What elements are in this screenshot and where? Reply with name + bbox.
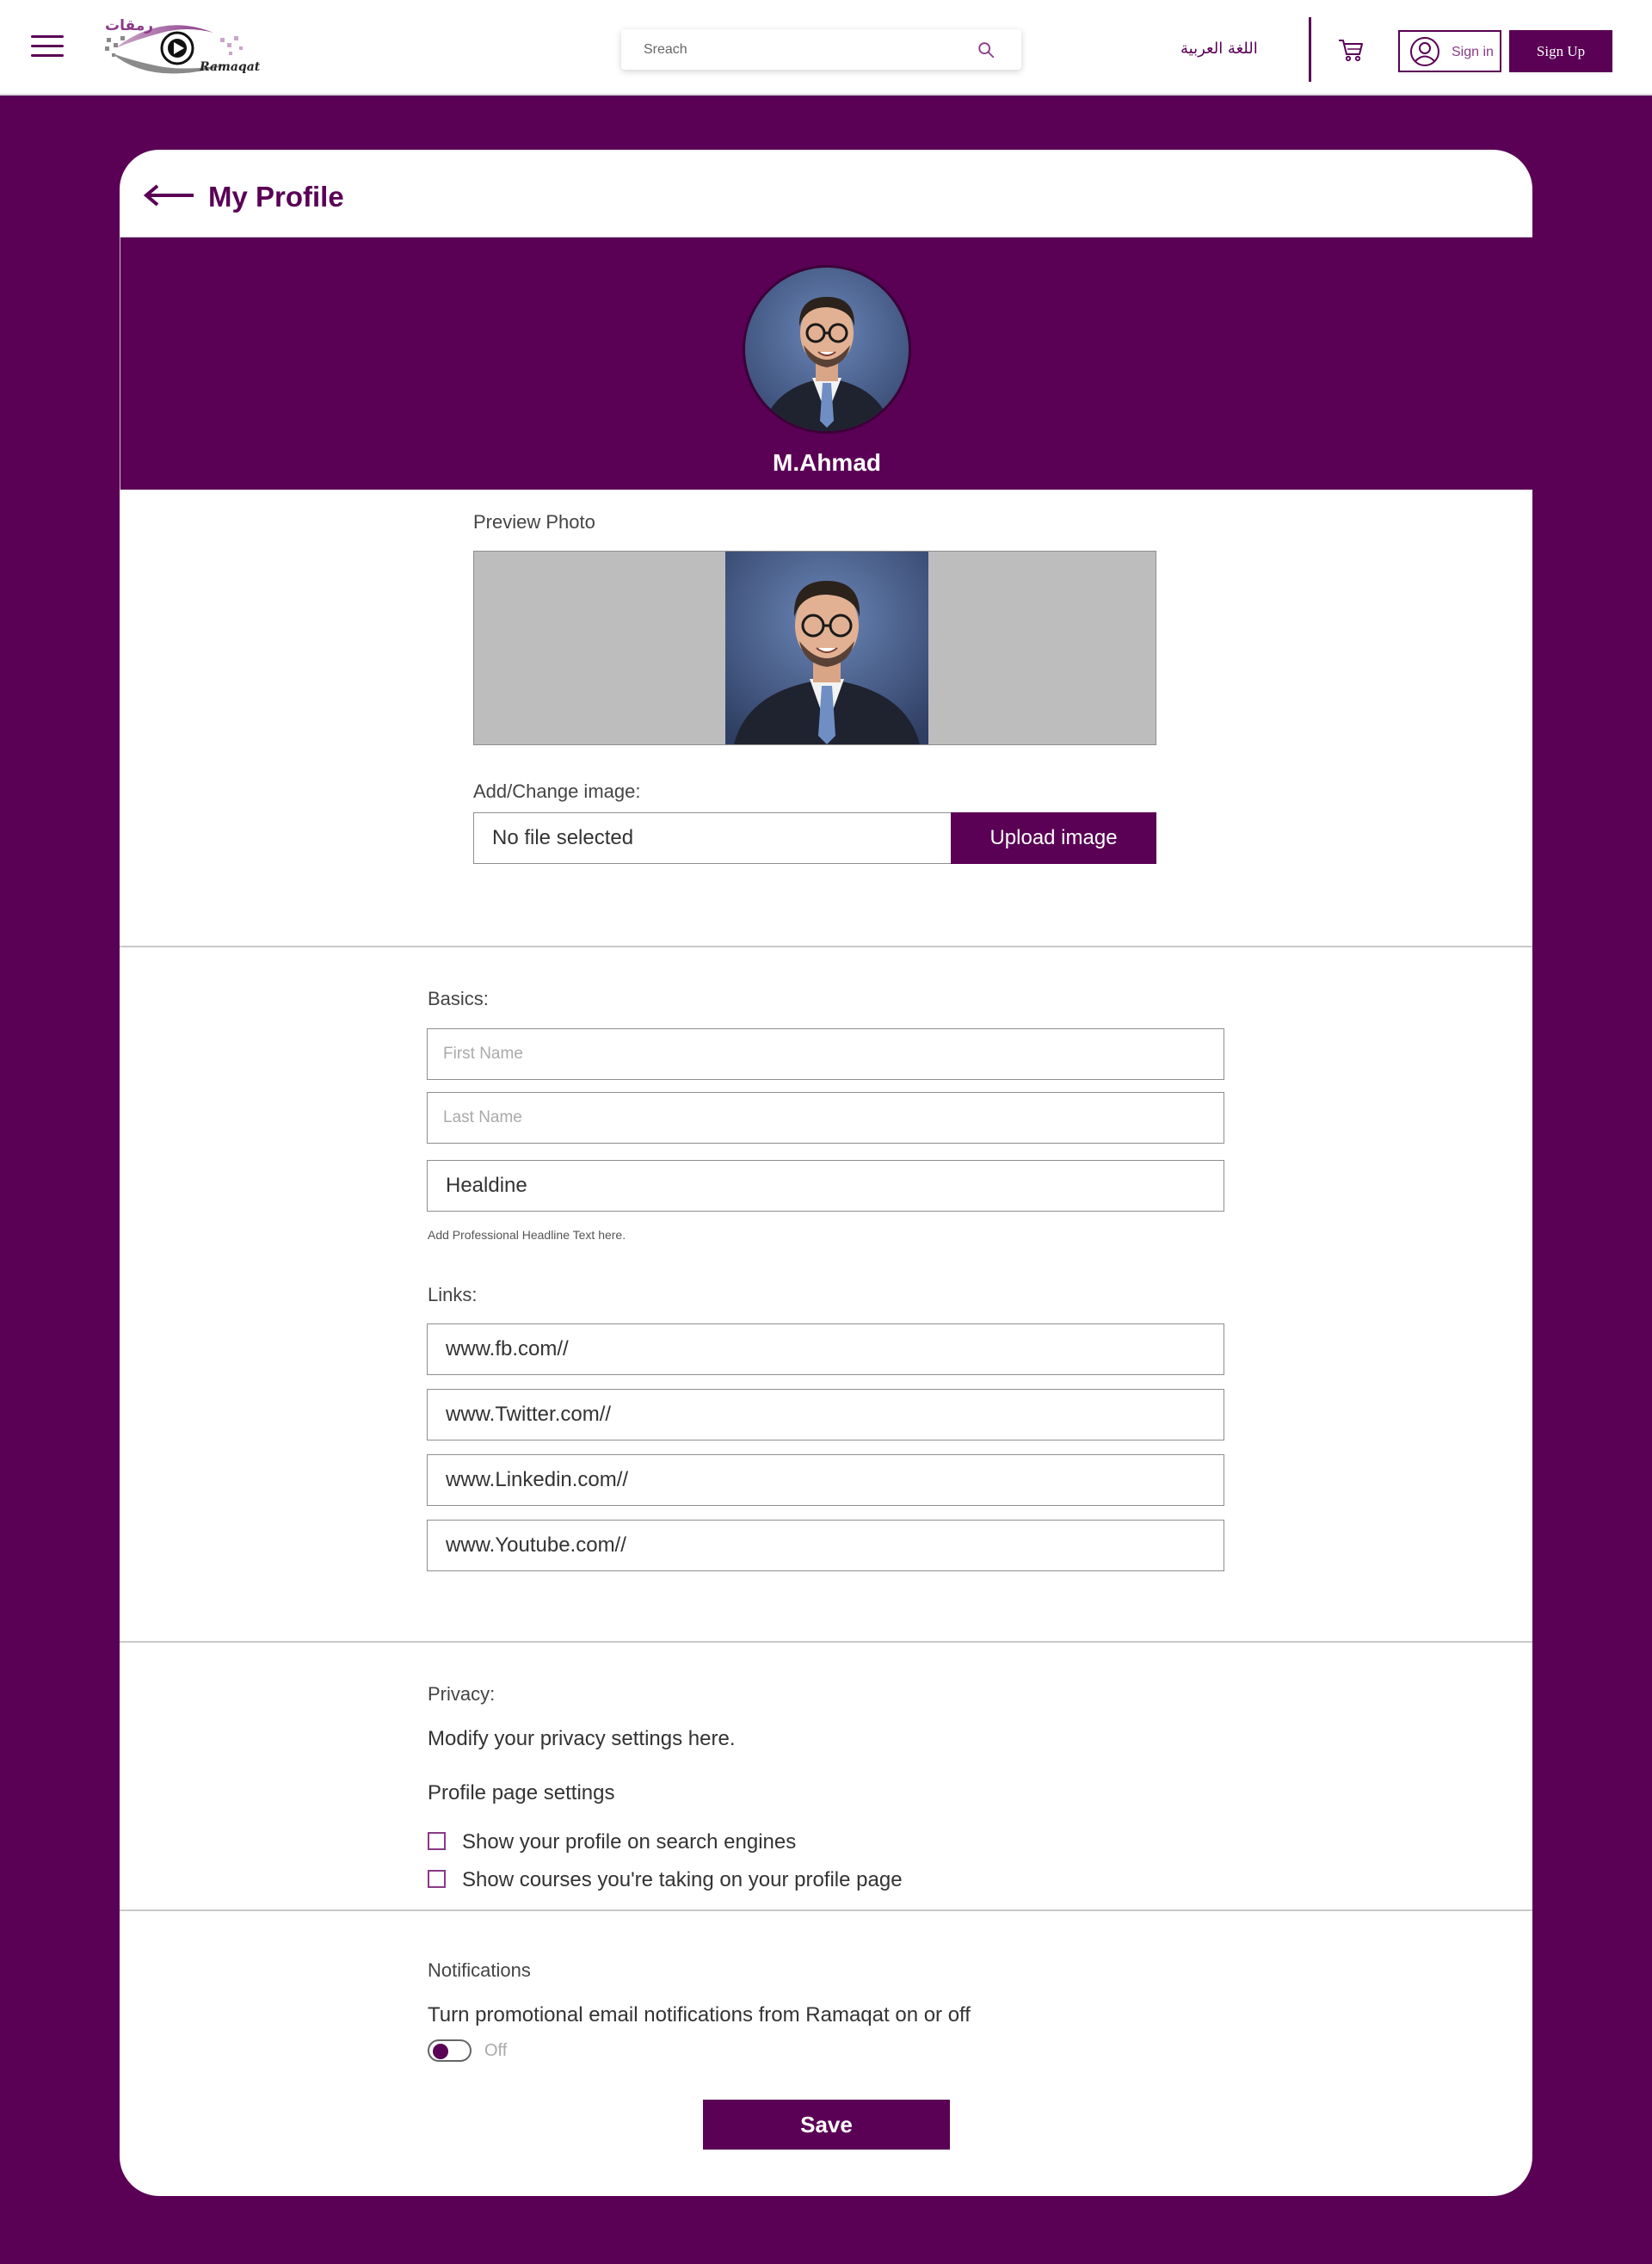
top-navbar: رمقات Ramaqat اللغة العربية Sign in Sign… xyxy=(0,0,1652,96)
sign-in-label: Sign in xyxy=(1452,45,1494,59)
show-courses-label: Show courses you're taking on your profi… xyxy=(462,1868,903,1891)
file-input-status[interactable]: No file selected xyxy=(473,812,952,864)
sign-up-button[interactable]: Sign Up xyxy=(1509,30,1612,72)
profile-photo-image xyxy=(745,268,909,431)
show-courses-checkbox[interactable] xyxy=(428,1870,446,1888)
hamburger-menu-icon[interactable] xyxy=(31,35,64,59)
sign-in-button[interactable]: Sign in xyxy=(1398,30,1501,72)
facebook-link-field[interactable] xyxy=(427,1323,1224,1375)
search-icon[interactable] xyxy=(977,40,996,59)
first-name-field[interactable] xyxy=(427,1028,1224,1080)
linkedin-link-field[interactable] xyxy=(427,1454,1224,1506)
last-name-field[interactable] xyxy=(427,1092,1224,1144)
search-bar xyxy=(621,29,1021,70)
logo-arabic-text: رمقات xyxy=(105,17,154,34)
search-engine-visibility-label: Show your profile on search engines xyxy=(462,1830,797,1854)
profile-settings-title: Profile page settings xyxy=(428,1781,615,1804)
youtube-link-field[interactable] xyxy=(427,1520,1224,1571)
section-divider xyxy=(120,946,1532,947)
section-divider xyxy=(120,1909,1532,1911)
language-switch-link[interactable]: اللغة العربية xyxy=(1180,40,1258,58)
toggle-state-label: Off xyxy=(484,2041,508,2060)
page-title: My Profile xyxy=(208,181,344,213)
search-input[interactable] xyxy=(621,29,965,70)
promo-email-toggle[interactable] xyxy=(428,2039,472,2062)
section-divider xyxy=(120,1641,1532,1643)
cart-icon[interactable] xyxy=(1337,36,1365,64)
privacy-label: Privacy: xyxy=(428,1683,496,1705)
notifications-description: Turn promotional email notifications fro… xyxy=(428,2003,971,2026)
save-button[interactable]: Save xyxy=(703,2100,950,2150)
notifications-label: Notifications xyxy=(428,1959,531,1981)
upload-image-button[interactable]: Upload image xyxy=(951,812,1156,864)
search-engine-visibility-checkbox[interactable] xyxy=(428,1832,446,1850)
ramaqat-logo[interactable]: رمقات Ramaqat xyxy=(102,15,260,77)
back-arrow-icon[interactable] xyxy=(144,184,195,207)
profile-banner: M.Ahmad xyxy=(120,238,1532,490)
profile-name: M.Ahmad xyxy=(773,449,881,476)
card-header: My Profile xyxy=(120,150,1532,238)
profile-card: My Profile M.Ahmad Preview Photo Add/Cha… xyxy=(120,150,1532,2196)
change-image-label: Add/Change image: xyxy=(473,780,641,802)
preview-photo-image xyxy=(725,552,928,744)
logo-english-text: Ramaqat xyxy=(200,60,261,74)
toggle-knob xyxy=(433,2044,448,2059)
header-divider xyxy=(1309,17,1311,82)
links-label: Links: xyxy=(428,1284,478,1305)
headline-field[interactable] xyxy=(427,1160,1224,1212)
avatar xyxy=(743,265,911,434)
privacy-description: Modify your privacy settings here. xyxy=(428,1727,736,1750)
photo-preview xyxy=(473,551,1156,745)
headline-hint: Add Professional Headline Text here. xyxy=(428,1228,626,1242)
preview-photo-label: Preview Photo xyxy=(473,511,595,533)
user-icon xyxy=(1410,37,1439,66)
basics-label: Basics: xyxy=(428,988,489,1009)
twitter-link-field[interactable] xyxy=(427,1389,1224,1440)
